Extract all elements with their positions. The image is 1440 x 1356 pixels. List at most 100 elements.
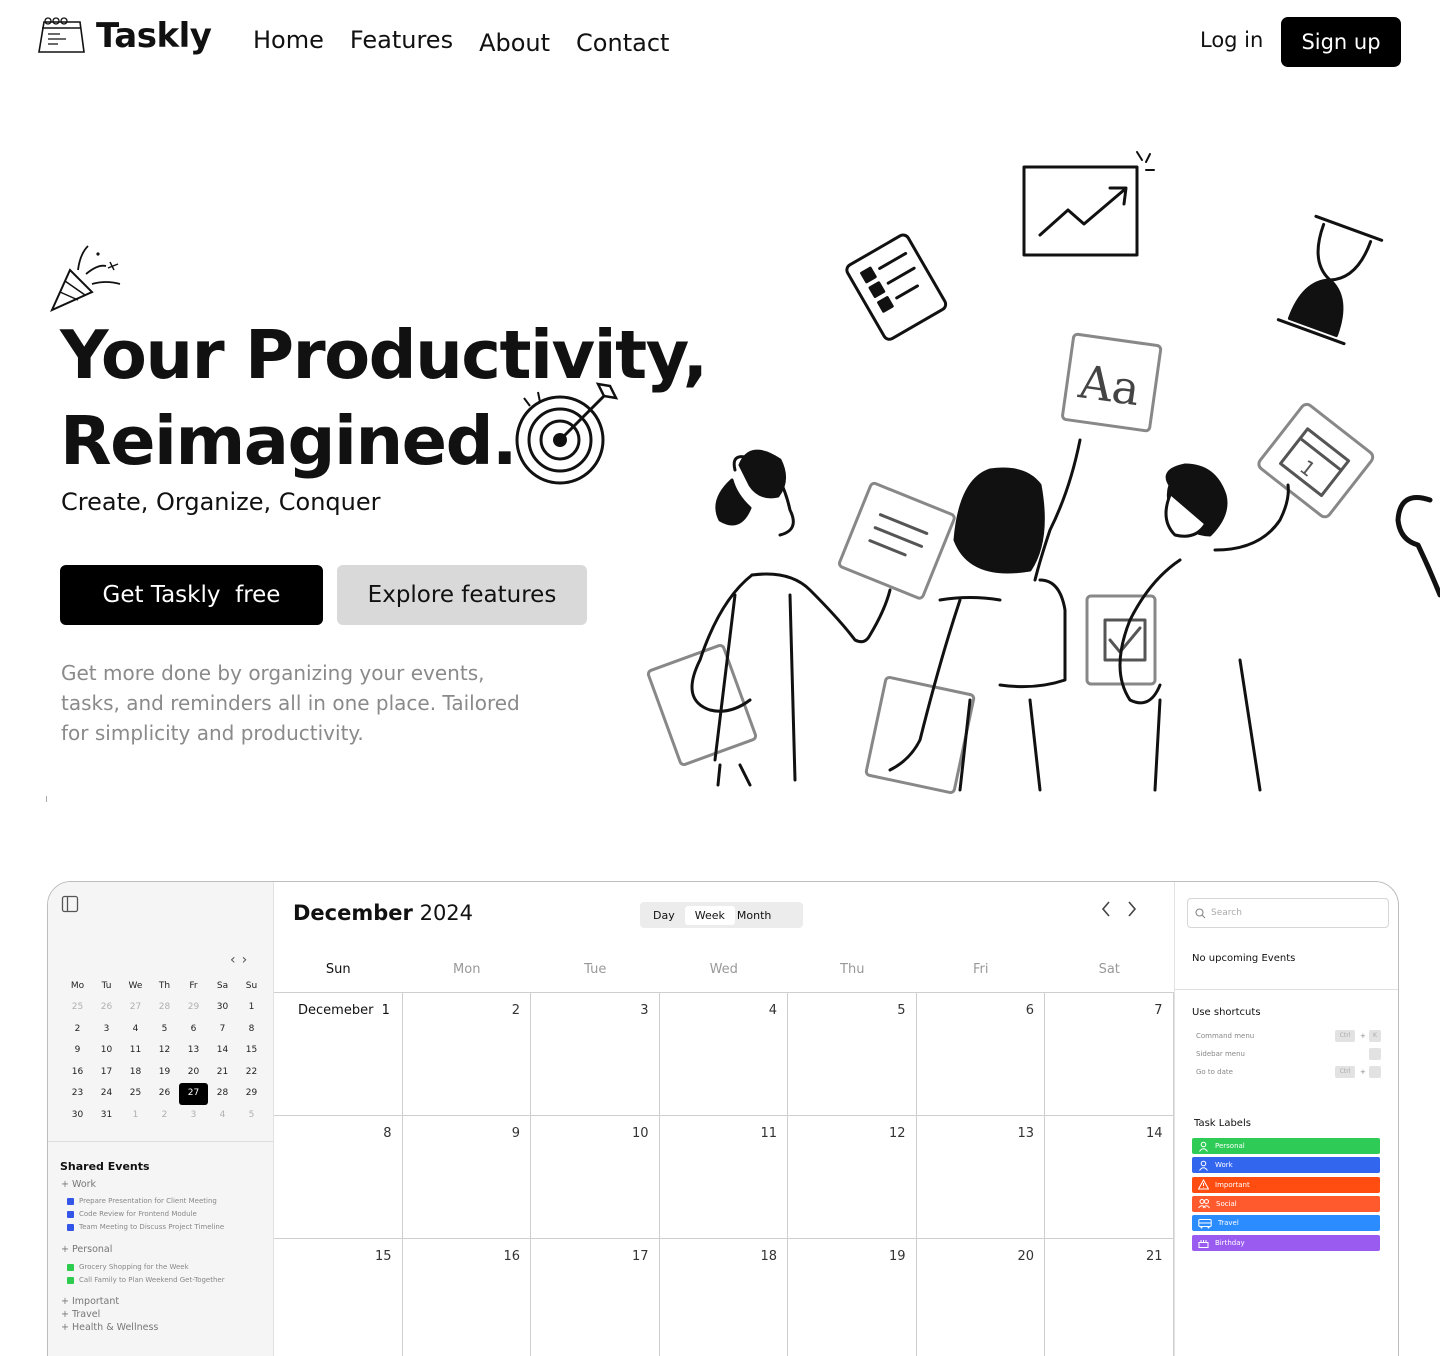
mini-calendar-day[interactable]: 1 bbox=[237, 997, 266, 1019]
chevron-left-icon[interactable]: ‹ bbox=[230, 952, 236, 968]
event-item[interactable]: Grocery Shopping for the Week bbox=[67, 1263, 189, 1271]
mini-calendar-day[interactable]: 30 bbox=[63, 1105, 92, 1127]
calendar-day-cell[interactable]: 7 bbox=[1045, 993, 1174, 1116]
calendar-day-number: 5 bbox=[897, 1003, 906, 1018]
mini-calendar-day[interactable]: 5 bbox=[237, 1105, 266, 1127]
chevron-right-icon[interactable]: › bbox=[242, 952, 248, 968]
calendar-day-cell[interactable]: 2 bbox=[402, 993, 531, 1116]
view-day-button[interactable]: Day bbox=[643, 906, 685, 925]
mini-calendar-day[interactable]: 29 bbox=[237, 1083, 266, 1105]
mini-calendar-day[interactable]: 30 bbox=[208, 997, 237, 1019]
mini-calendar-day[interactable]: 3 bbox=[92, 1019, 121, 1041]
mini-calendar-day[interactable]: 5 bbox=[150, 1019, 179, 1041]
calendar-day-cell[interactable]: 3 bbox=[531, 993, 660, 1116]
mini-calendar-day[interactable]: 27 bbox=[179, 1083, 208, 1105]
calendar-day-cell[interactable]: 11 bbox=[659, 1116, 788, 1239]
task-label-travel[interactable]: Travel bbox=[1192, 1215, 1380, 1232]
calendar-day-cell[interactable]: 15 bbox=[274, 1239, 403, 1356]
group-travel[interactable]: + Travel bbox=[61, 1309, 100, 1320]
search-input[interactable]: Search bbox=[1187, 898, 1389, 928]
calendar-day-cell[interactable]: 14 bbox=[1045, 1116, 1174, 1239]
calendar-day-cell[interactable]: 8 bbox=[274, 1116, 403, 1239]
calendar-nav bbox=[1100, 900, 1138, 918]
task-label-important[interactable]: Important bbox=[1192, 1176, 1380, 1193]
calendar-day-cell[interactable]: 4 bbox=[659, 993, 788, 1116]
calendar-day-cell[interactable]: 12 bbox=[788, 1116, 917, 1239]
mini-calendar-day[interactable]: 16 bbox=[63, 1062, 92, 1084]
mini-calendar-day[interactable]: 24 bbox=[92, 1083, 121, 1105]
event-item[interactable]: Prepare Presentation for Client Meeting bbox=[67, 1197, 217, 1205]
calendar-day-cell[interactable]: Decemeber 1 bbox=[274, 993, 403, 1116]
mini-calendar-day[interactable]: 12 bbox=[150, 1040, 179, 1062]
mini-calendar-day[interactable]: 10 bbox=[92, 1040, 121, 1062]
nav-features-link[interactable]: Features bbox=[350, 26, 453, 57]
nav-about-link[interactable]: About bbox=[479, 29, 550, 57]
mini-calendar-day[interactable]: 8 bbox=[237, 1019, 266, 1041]
calendar-day-cell[interactable]: 19 bbox=[788, 1239, 917, 1356]
group-important[interactable]: + Important bbox=[61, 1296, 119, 1307]
calendar-day-cell[interactable]: 13 bbox=[916, 1116, 1045, 1239]
view-month-button[interactable]: Month bbox=[735, 906, 781, 925]
mini-calendar-day[interactable]: 25 bbox=[121, 1083, 150, 1105]
mini-calendar-day[interactable]: 13 bbox=[179, 1040, 208, 1062]
task-label-birthday[interactable]: Birthday bbox=[1192, 1234, 1380, 1251]
mini-calendar-day[interactable]: 25 bbox=[63, 997, 92, 1019]
get-taskly-free-button[interactable]: Get Taskly free bbox=[60, 565, 323, 625]
calendar-day-cell[interactable]: 9 bbox=[402, 1116, 531, 1239]
mini-calendar-day[interactable]: 22 bbox=[237, 1062, 266, 1084]
view-week-button[interactable]: Week bbox=[684, 905, 735, 925]
mini-calendar-day[interactable]: 9 bbox=[63, 1040, 92, 1062]
mini-calendar-day[interactable]: 28 bbox=[150, 997, 179, 1019]
mini-calendar-day[interactable]: 23 bbox=[63, 1083, 92, 1105]
mini-calendar-day[interactable]: 26 bbox=[92, 997, 121, 1019]
mini-calendar-day[interactable]: 7 bbox=[208, 1019, 237, 1041]
calendar-day-cell[interactable]: 21 bbox=[1045, 1239, 1174, 1356]
nav-home-link[interactable]: Home bbox=[253, 26, 324, 57]
group-personal[interactable]: + Personal bbox=[61, 1244, 112, 1255]
calendar-day-cell[interactable]: 16 bbox=[403, 1239, 531, 1356]
task-label-work[interactable]: Work bbox=[1192, 1157, 1380, 1174]
signup-button[interactable]: Sign up bbox=[1281, 17, 1401, 67]
mini-calendar-day[interactable]: 14 bbox=[208, 1040, 237, 1062]
mini-calendar-day[interactable]: 19 bbox=[150, 1062, 179, 1084]
brand-logo[interactable]: Taskly bbox=[36, 16, 212, 56]
login-link[interactable]: Log in bbox=[1200, 28, 1263, 52]
group-health[interactable]: + Health & Wellness bbox=[61, 1322, 158, 1333]
mini-calendar-day[interactable]: 31 bbox=[92, 1105, 121, 1127]
mini-calendar-day[interactable]: 20 bbox=[179, 1062, 208, 1084]
mini-calendar-day[interactable]: 4 bbox=[208, 1105, 237, 1127]
explore-features-button[interactable]: Explore features bbox=[337, 565, 587, 625]
event-item[interactable]: Team Meeting to Discuss Project Timeline bbox=[67, 1223, 224, 1231]
mini-calendar-day[interactable]: 28 bbox=[208, 1083, 237, 1105]
mini-calendar-day[interactable]: 29 bbox=[179, 997, 208, 1019]
mini-calendar-day[interactable]: 2 bbox=[63, 1019, 92, 1041]
mini-calendar-day[interactable]: 17 bbox=[92, 1062, 121, 1084]
chevron-left-icon[interactable] bbox=[1100, 900, 1112, 918]
mini-calendar-day[interactable]: 15 bbox=[237, 1040, 266, 1062]
mini-calendar-day[interactable]: 3 bbox=[179, 1105, 208, 1127]
calendar-day-cell[interactable]: 18 bbox=[660, 1239, 788, 1356]
calendar-day-cell[interactable]: 5 bbox=[788, 993, 917, 1116]
calendar-day-cell[interactable]: 6 bbox=[916, 993, 1045, 1116]
event-item[interactable]: Code Review for Frontend Module bbox=[67, 1210, 197, 1218]
mini-calendar-day[interactable]: 1 bbox=[121, 1105, 150, 1127]
event-item[interactable]: Call Family to Plan Weekend Get-Together bbox=[67, 1276, 225, 1284]
calendar-day-cell[interactable]: 20 bbox=[917, 1239, 1045, 1356]
calendar-day-cell[interactable]: 10 bbox=[531, 1116, 660, 1239]
mini-calendar-day[interactable]: 11 bbox=[121, 1040, 150, 1062]
task-label-personal[interactable]: Personal bbox=[1192, 1138, 1380, 1154]
group-work[interactable]: + Work bbox=[61, 1179, 96, 1190]
mini-calendar-day[interactable]: 21 bbox=[208, 1062, 237, 1084]
mini-calendar-day[interactable]: 26 bbox=[150, 1083, 179, 1105]
calendar-day-cell[interactable]: 17 bbox=[531, 1239, 660, 1356]
mini-calendar-day[interactable]: 18 bbox=[121, 1062, 150, 1084]
mini-calendar-day[interactable]: 6 bbox=[179, 1019, 208, 1041]
chevron-right-icon[interactable] bbox=[1126, 900, 1138, 918]
task-label-social[interactable]: Social bbox=[1192, 1195, 1380, 1212]
shortcuts-title: Use shortcuts bbox=[1192, 1007, 1261, 1018]
mini-calendar-day[interactable]: 4 bbox=[121, 1019, 150, 1041]
mini-calendar-day[interactable]: 2 bbox=[150, 1105, 179, 1127]
nav-contact-link[interactable]: Contact bbox=[576, 29, 669, 57]
mini-calendar-day[interactable]: 27 bbox=[121, 997, 150, 1019]
sidebar-toggle-icon[interactable] bbox=[61, 895, 79, 913]
